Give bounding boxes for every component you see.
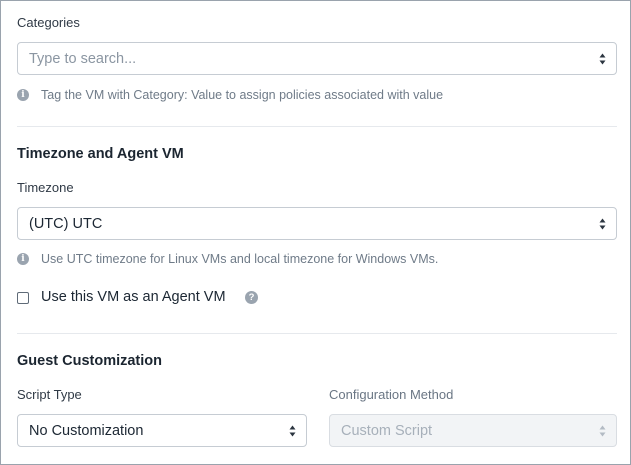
guest-customization-heading: Guest Customization xyxy=(17,353,163,369)
script-type-value: No Customization xyxy=(29,422,144,439)
timezone-section-heading: Timezone and Agent VM xyxy=(17,146,184,162)
categories-placeholder: Type to search... xyxy=(29,50,137,67)
categories-label: Categories xyxy=(17,15,80,30)
config-method-label: Configuration Method xyxy=(329,387,454,402)
script-type-label: Script Type xyxy=(17,387,82,402)
question-icon[interactable]: ? xyxy=(245,291,258,304)
script-type-select[interactable]: No Customization xyxy=(17,414,307,447)
timezone-label: Timezone xyxy=(17,180,74,195)
agent-vm-label[interactable]: Use this VM as an Agent VM xyxy=(41,289,226,305)
config-method-select: Custom Script xyxy=(329,414,617,447)
config-method-value: Custom Script xyxy=(341,422,433,439)
chevron-up-down-icon xyxy=(599,52,606,65)
timezone-select[interactable]: (UTC) UTC xyxy=(17,207,617,240)
timezone-value: (UTC) UTC xyxy=(29,215,103,232)
categories-search-select[interactable]: Type to search... xyxy=(17,42,617,75)
timezone-help: i Use UTC timezone for Linux VMs and loc… xyxy=(17,252,438,266)
agent-vm-checkbox[interactable] xyxy=(17,292,29,304)
info-icon: i xyxy=(17,253,29,265)
categories-help: i Tag the VM with Category: Value to ass… xyxy=(17,88,443,102)
timezone-help-text: Use UTC timezone for Linux VMs and local… xyxy=(41,252,439,266)
vm-settings-panel: Categories Type to search... i Tag the V… xyxy=(0,0,631,465)
chevron-up-down-icon xyxy=(289,424,296,437)
section-divider xyxy=(17,333,617,334)
section-divider xyxy=(17,126,617,127)
info-icon: i xyxy=(17,89,29,101)
categories-help-text: Tag the VM with Category: Value to assig… xyxy=(41,88,444,102)
chevron-up-down-icon xyxy=(599,424,606,437)
chevron-up-down-icon xyxy=(599,217,606,230)
